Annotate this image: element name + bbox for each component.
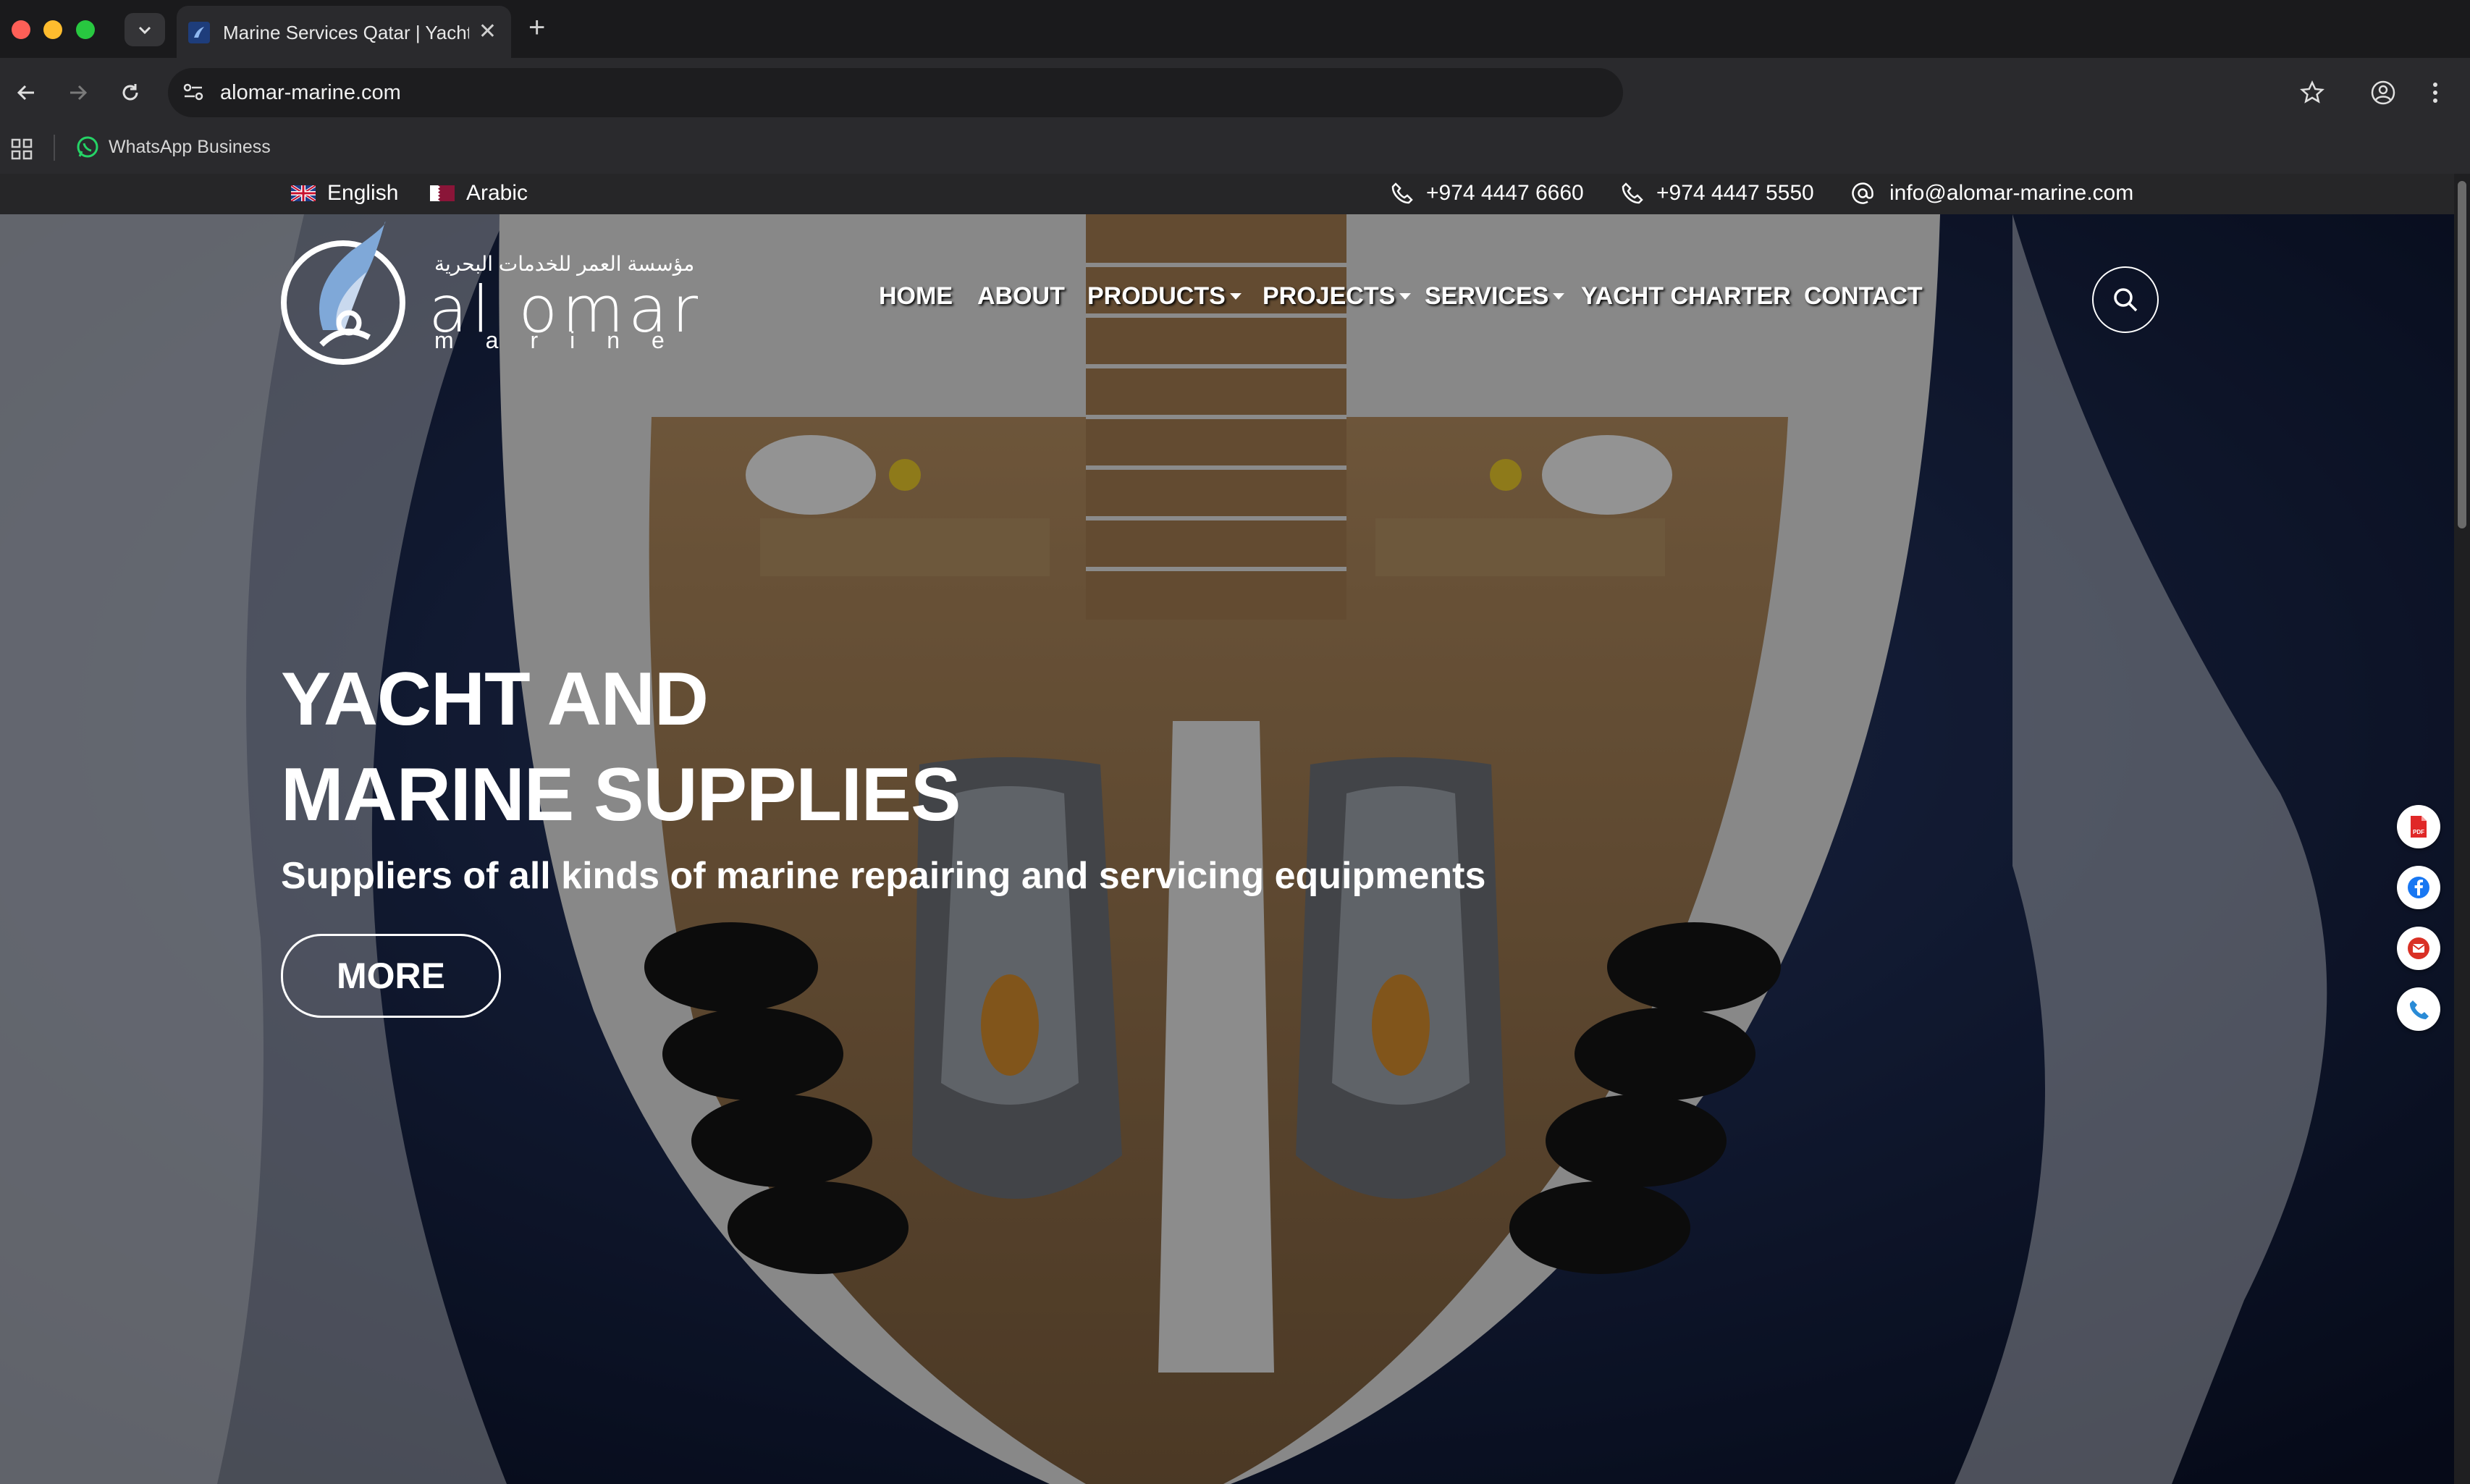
address-bar[interactable]: alomar-marine.com xyxy=(168,68,1623,117)
phone-icon xyxy=(1391,182,1413,204)
nav-contact-label: CONTACT xyxy=(1804,282,1923,310)
back-button[interactable] xyxy=(7,74,45,111)
star-icon xyxy=(2300,80,2324,104)
window-minimize-button[interactable] xyxy=(43,20,62,39)
nav-yacht-charter[interactable]: YACHT CHARTER xyxy=(1581,282,1791,311)
profile-button[interactable] xyxy=(2364,74,2402,111)
site-settings-icon[interactable] xyxy=(180,78,207,106)
nav-projects-label: PROJECTS xyxy=(1263,282,1396,310)
at-sign-icon xyxy=(1852,182,1873,204)
language-english[interactable]: English xyxy=(291,181,398,206)
window-zoom-button[interactable] xyxy=(76,20,95,39)
pdf-brochure-button[interactable]: PDF xyxy=(2397,805,2440,848)
alomar-logo-emblem-icon xyxy=(281,222,405,365)
phone-link-2[interactable]: +974 4447 5550 xyxy=(1620,181,1814,206)
url-text: alomar-marine.com xyxy=(220,81,401,104)
chevron-down-icon xyxy=(138,26,151,35)
caret-down-icon xyxy=(1553,293,1565,300)
hero-title: YACHT AND MARINE SUPPLIES xyxy=(281,652,961,843)
nav-about-label: ABOUT xyxy=(977,282,1065,310)
facebook-icon xyxy=(2408,877,2429,898)
reload-icon xyxy=(122,84,138,101)
nav-services[interactable]: SERVICES xyxy=(1425,282,1565,311)
nav-yacht-charter-label: YACHT CHARTER xyxy=(1581,282,1791,310)
site-favicon-icon xyxy=(188,22,210,43)
browser-tab-bar: Marine Services Qatar | Yacht ✕ + xyxy=(0,0,2470,59)
bookmarks-bar: WhatsApp Business xyxy=(0,127,2470,174)
nav-products-label: PRODUCTS xyxy=(1087,282,1226,310)
nav-services-label: SERVICES xyxy=(1425,282,1549,310)
bookmark-star-button[interactable] xyxy=(2293,74,2331,111)
new-tab-button[interactable]: + xyxy=(528,12,545,44)
logo-subtitle: marine xyxy=(434,327,696,353)
mail-icon xyxy=(2408,937,2429,959)
nav-home-label: HOME xyxy=(879,282,953,310)
hero-subtitle: Suppliers of all kinds of marine repairi… xyxy=(281,855,1486,897)
reload-button[interactable] xyxy=(111,74,149,111)
hero-title-line-2: MARINE SUPPLIES xyxy=(281,753,961,837)
bookmarks-separator xyxy=(54,135,55,161)
caret-down-icon xyxy=(1399,293,1412,300)
nav-contact[interactable]: CONTACT xyxy=(1804,282,1923,311)
window-close-button[interactable] xyxy=(12,20,30,39)
nav-home[interactable]: HOME xyxy=(879,282,953,311)
caret-down-icon xyxy=(1229,293,1242,300)
facebook-button[interactable] xyxy=(2397,866,2440,909)
language-label: Arabic xyxy=(466,181,528,205)
svg-text:PDF: PDF xyxy=(2413,829,2424,835)
email-address: info@alomar-marine.com xyxy=(1889,181,2134,205)
nav-about[interactable]: ABOUT xyxy=(977,282,1065,311)
hero-title-line-1: YACHT AND xyxy=(281,657,709,741)
browser-tab[interactable]: Marine Services Qatar | Yacht ✕ xyxy=(177,6,511,59)
browser-menu-button[interactable] xyxy=(2416,74,2454,111)
scrollbar-thumb[interactable] xyxy=(2458,181,2466,528)
top-contact-strip: English Arabic +974 4447 6660 +974 4447 … xyxy=(0,174,2454,214)
phone-icon xyxy=(2409,1000,2429,1019)
nav-projects[interactable]: PROJECTS xyxy=(1263,282,1412,311)
bookmark-label: WhatsApp Business xyxy=(109,136,271,157)
nav-products[interactable]: PRODUCTS xyxy=(1087,282,1242,311)
email-button[interactable] xyxy=(2397,927,2440,970)
tab-close-icon[interactable]: ✕ xyxy=(479,19,497,44)
arrow-right-icon xyxy=(70,85,88,101)
web-page: English Arabic +974 4447 6660 +974 4447 … xyxy=(0,174,2454,1484)
site-search-button[interactable] xyxy=(2092,266,2159,333)
pdf-icon: PDF xyxy=(2411,816,2427,838)
search-icon xyxy=(2114,288,2138,312)
language-label: English xyxy=(327,181,399,205)
email-link[interactable]: info@alomar-marine.com xyxy=(1850,181,2133,206)
phone-icon xyxy=(1622,182,1643,204)
phone-number: +974 4447 6660 xyxy=(1426,181,1584,205)
browser-toolbar: alomar-marine.com xyxy=(0,58,2470,127)
more-vertical-icon xyxy=(2433,83,2437,103)
uk-flag-icon xyxy=(291,185,316,201)
tab-title: Marine Services Qatar | Yacht xyxy=(223,21,469,43)
page-scrollbar[interactable] xyxy=(2454,174,2470,1484)
arrow-left-icon xyxy=(17,85,34,101)
apps-grid-icon[interactable] xyxy=(10,138,33,161)
more-button[interactable]: MORE xyxy=(281,934,501,1018)
whatsapp-icon xyxy=(77,136,98,158)
tab-search-button[interactable] xyxy=(125,13,165,46)
phone-number: +974 4447 5550 xyxy=(1656,181,1814,205)
phone-link-1[interactable]: +974 4447 6660 xyxy=(1390,181,1584,206)
profile-icon xyxy=(2371,80,2395,105)
qatar-flag-icon xyxy=(430,185,455,201)
hero-overlay xyxy=(0,214,2454,1484)
bookmark-whatsapp-business[interactable]: WhatsApp Business xyxy=(75,135,271,159)
call-button[interactable] xyxy=(2397,987,2440,1031)
language-arabic[interactable]: Arabic xyxy=(430,181,528,206)
forward-button[interactable] xyxy=(59,74,97,111)
